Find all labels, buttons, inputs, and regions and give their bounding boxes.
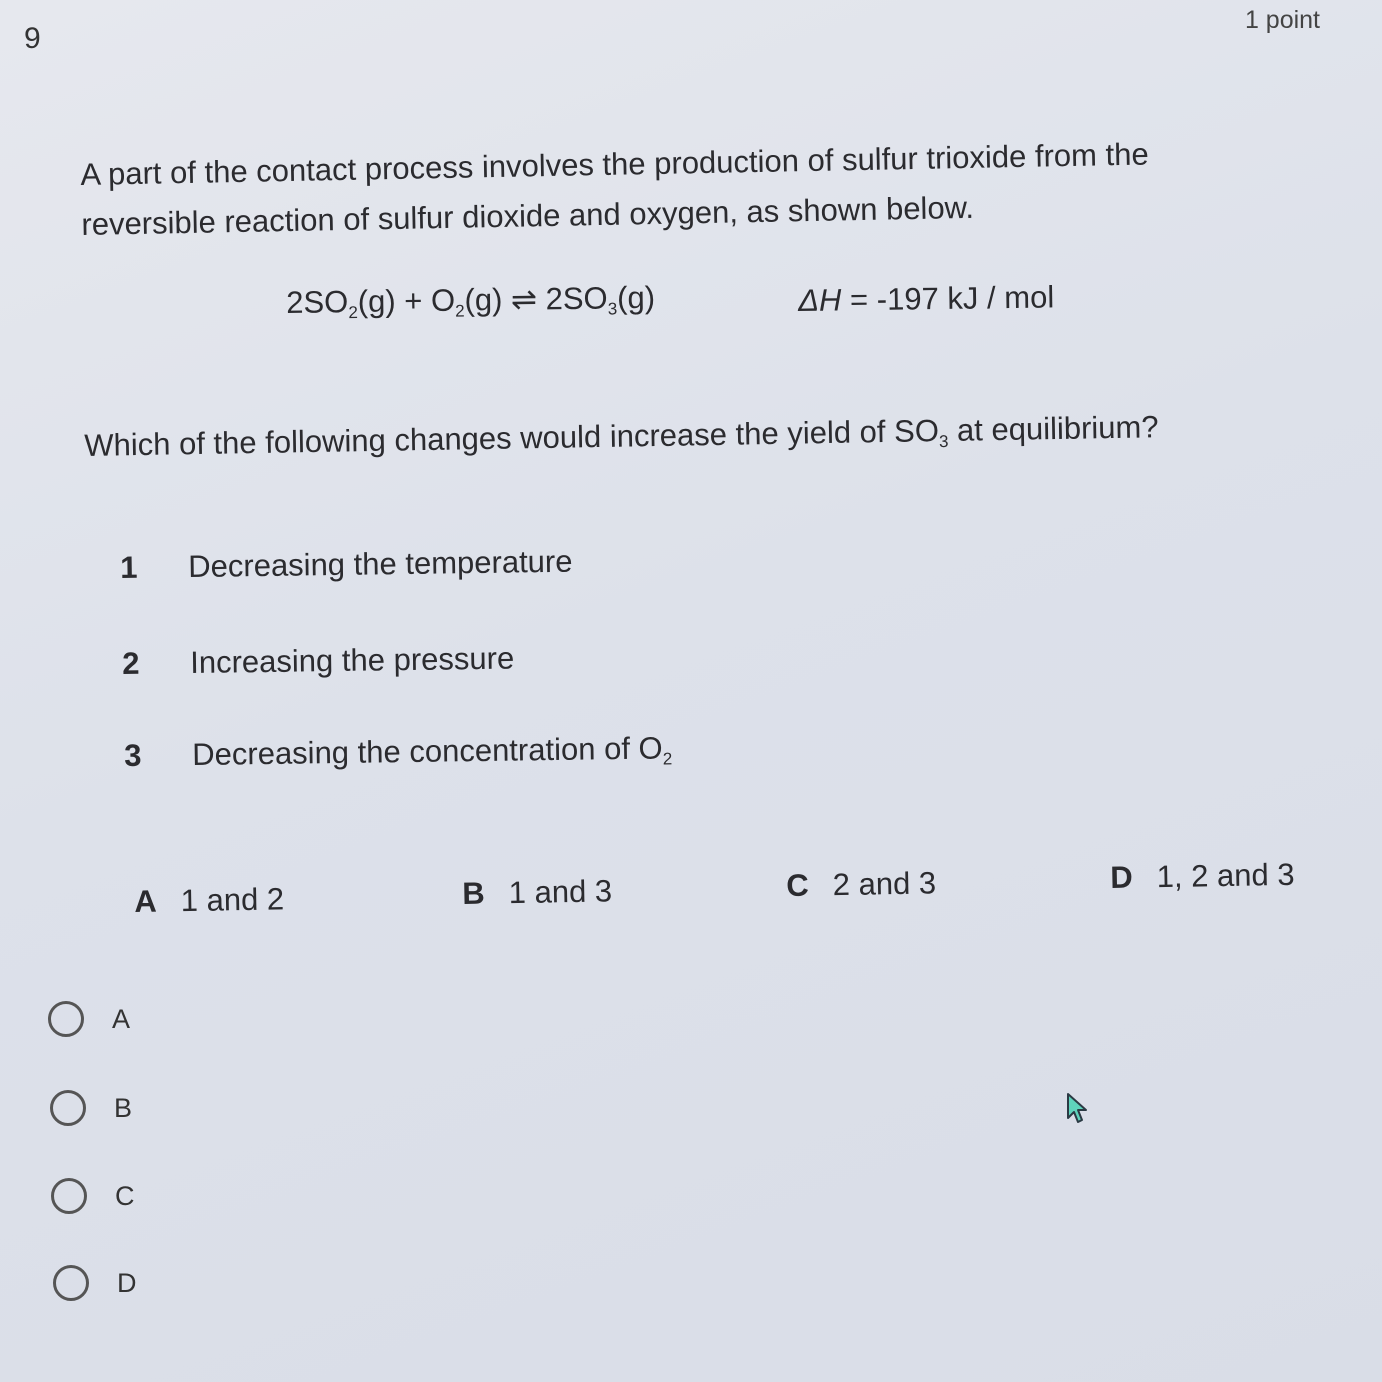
enthalpy-change: ΔH = -197 kJ / mol <box>798 279 1054 319</box>
statement-number: 2 <box>122 645 140 681</box>
radio-button-c[interactable] <box>51 1178 87 1214</box>
radio-button-d[interactable] <box>53 1265 89 1301</box>
question-number: 9 <box>24 22 41 55</box>
eq-part: (g) ⇌ 2SO <box>464 280 608 318</box>
answer-key-text: 1, 2 and 3 <box>1156 856 1295 895</box>
eq-part: (g) <box>616 279 656 316</box>
answer-key-letter: C <box>786 867 809 903</box>
answer-key-b: B 1 and 3 <box>462 873 612 912</box>
radio-button-b[interactable] <box>50 1090 86 1126</box>
choice-label[interactable]: C <box>115 1181 135 1212</box>
chemical-equation: 2SO2(g) + O2(g) ⇌ 2SO3(g) <box>286 280 655 324</box>
choice-d[interactable]: D <box>53 1265 137 1301</box>
question-prompt: Which of the following changes would inc… <box>84 409 1159 467</box>
answer-key-letter: D <box>1110 859 1133 895</box>
answer-key-d: D 1, 2 and 3 <box>1110 857 1295 896</box>
choice-a[interactable]: A <box>48 1001 130 1037</box>
statement-subscript: 2 <box>662 749 673 769</box>
statement-number: 3 <box>124 737 142 773</box>
prompt-text: at equilibrium? <box>948 409 1159 448</box>
mouse-cursor-icon <box>1067 1093 1087 1123</box>
statement-text: Decreasing the temperature <box>187 543 573 585</box>
statement-text: Decreasing the concentration of O <box>191 730 663 773</box>
prompt-subscript: 3 <box>938 431 949 452</box>
statement-2: 2 Increasing the pressure <box>122 641 514 682</box>
radio-button-a[interactable] <box>48 1001 84 1037</box>
statement-number: 1 <box>120 549 138 585</box>
answer-key-text: 1 and 3 <box>508 873 613 911</box>
answer-key-a: A 1 and 2 <box>134 881 284 920</box>
delta-h-symbol: ΔH <box>798 282 842 318</box>
eq-part: (g) + O <box>357 282 456 319</box>
delta-h-value: = -197 kJ / mol <box>841 279 1055 318</box>
prompt-text: Which of the following changes would inc… <box>84 413 940 463</box>
choice-label[interactable]: B <box>114 1093 132 1124</box>
statement-1: 1 Decreasing the temperature <box>120 544 573 586</box>
choice-label[interactable]: D <box>117 1268 137 1299</box>
statement-text: Increasing the pressure <box>189 640 515 681</box>
choice-b[interactable]: B <box>50 1090 132 1126</box>
choice-c[interactable]: C <box>51 1178 135 1214</box>
eq-subscript: 2 <box>348 302 359 323</box>
answer-key-letter: B <box>462 875 485 911</box>
answer-key-letter: A <box>134 883 157 919</box>
choice-label[interactable]: A <box>112 1004 130 1035</box>
answer-key-c: C 2 and 3 <box>786 865 936 904</box>
question-stem: A part of the contact process involves t… <box>80 136 1149 242</box>
points-label: 1 point <box>1244 6 1320 34</box>
answer-key-text: 2 and 3 <box>832 865 937 903</box>
eq-part: 2SO <box>286 284 349 320</box>
eq-subscript: 3 <box>607 299 618 319</box>
answer-key-text: 1 and 2 <box>180 881 285 919</box>
statement-3: 3 Decreasing the concentration of O2 <box>124 730 672 777</box>
